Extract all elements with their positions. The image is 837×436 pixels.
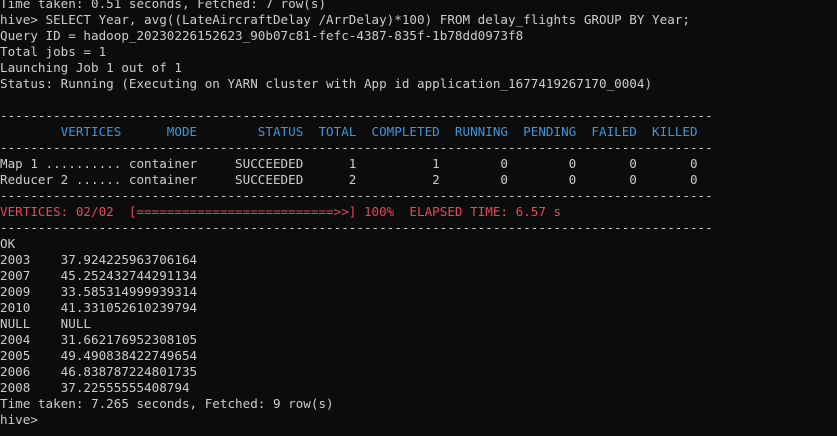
result-row: 2005 49.490838422749654 (0, 348, 198, 363)
table-divider: ----------------------------------------… (0, 220, 713, 235)
progress-line: VERTICES: 02/02 [=======================… (0, 204, 562, 219)
previous-output-line: Time taken: 0.51 seconds, Fetched: 7 row… (0, 0, 327, 11)
result-row: 2008 37.22555555408794 (0, 380, 190, 395)
result-row: 2004 31.662176952308105 (0, 332, 198, 347)
hive-prompt-line[interactable]: hive> (0, 412, 837, 428)
result-row: NULL NULL (0, 316, 91, 331)
vertices-table-header: VERTICES MODE STATUS TOTAL COMPLETED RUN… (0, 124, 698, 139)
total-jobs-line: Total jobs = 1 (0, 44, 107, 59)
hive-prompt: hive> (0, 412, 38, 427)
status-line: Status: Running (Executing on YARN clust… (0, 76, 653, 91)
hive-query-command: hive> SELECT Year, avg((LateAircraftDela… (0, 12, 690, 27)
result-row: 2007 45.252432744291134 (0, 268, 198, 283)
launching-job-line: Launching Job 1 out of 1 (0, 60, 182, 75)
vertex-row-reducer-2: Reducer 2 ...... container SUCCEEDED 2 2… (0, 172, 698, 187)
result-row: 2010 41.331052610239794 (0, 300, 198, 315)
time-taken-line: Time taken: 7.265 seconds, Fetched: 9 ro… (0, 396, 334, 411)
result-row: 2003 37.924225963706164 (0, 252, 198, 267)
table-divider: ----------------------------------------… (0, 108, 713, 123)
table-divider: ----------------------------------------… (0, 140, 713, 155)
result-row: 2009 33.585314999939314 (0, 284, 198, 299)
ok-line: OK (0, 236, 16, 251)
terminal-window[interactable]: Time taken: 0.51 seconds, Fetched: 7 row… (0, 0, 837, 436)
result-row: 2006 46.838787224801735 (0, 364, 198, 379)
text-cursor (38, 412, 46, 426)
query-id-line: Query ID = hadoop_20230226152623_90b07c8… (0, 28, 524, 43)
vertex-row-map-1: Map 1 .......... container SUCCEEDED 1 1… (0, 156, 698, 171)
table-divider: ----------------------------------------… (0, 188, 713, 203)
